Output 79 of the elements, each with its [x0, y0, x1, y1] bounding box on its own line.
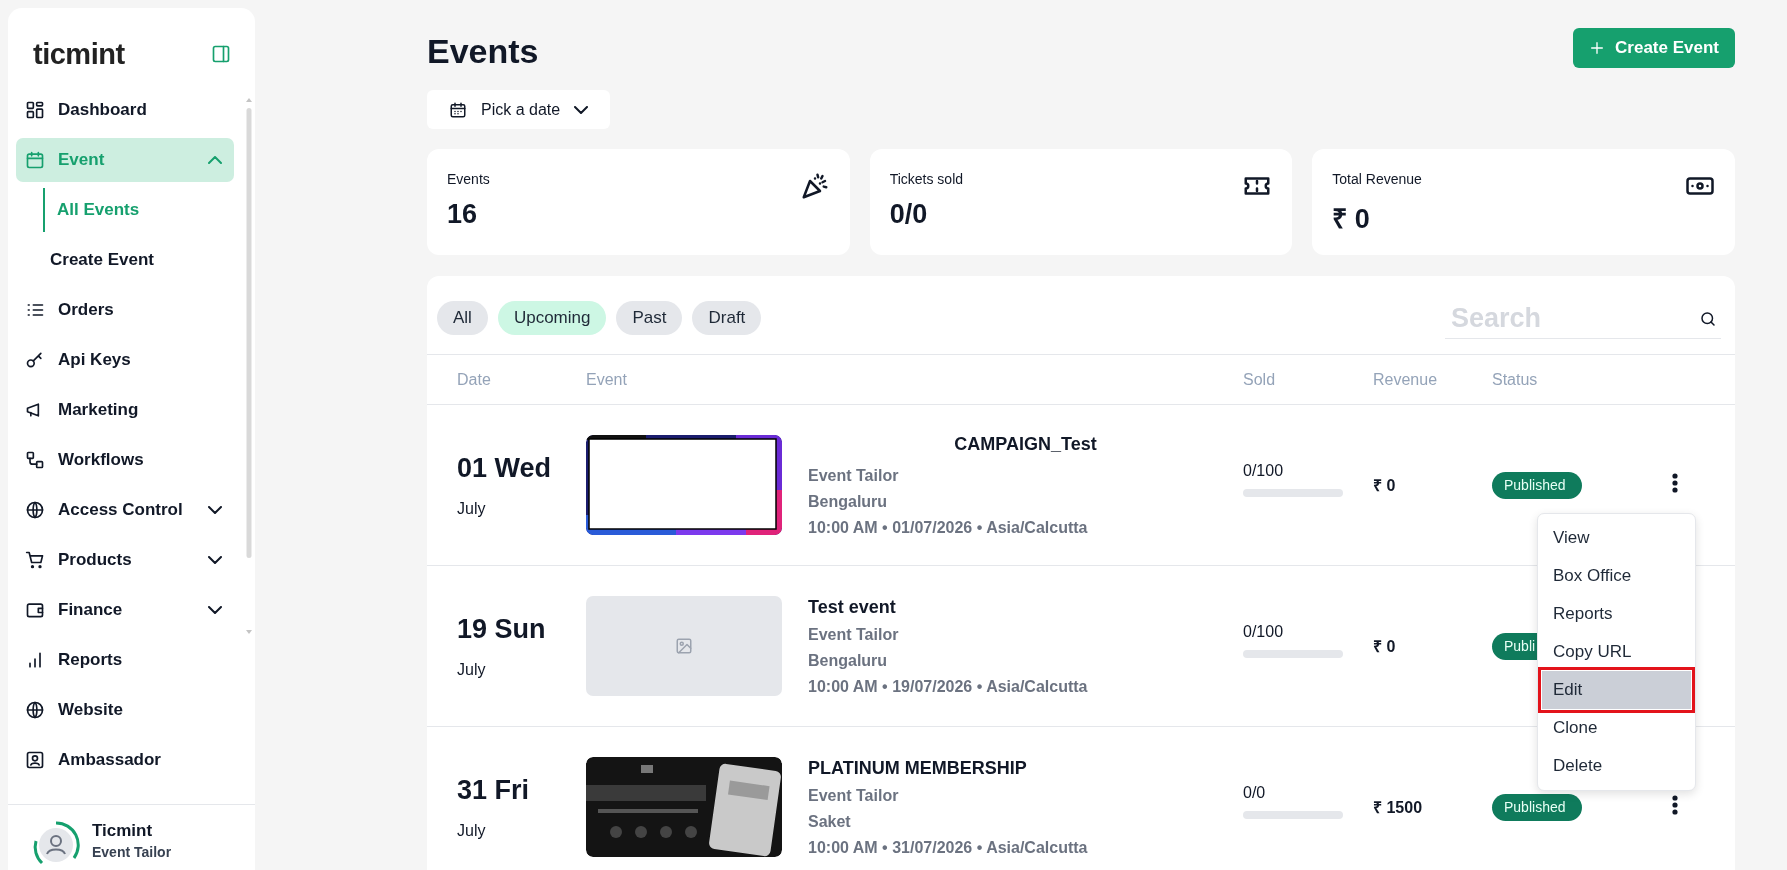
- key-icon: [25, 350, 45, 370]
- event-location: Bengaluru: [808, 492, 889, 511]
- sold-count: 0/0: [1243, 783, 1267, 802]
- status-badge: Published: [1492, 793, 1582, 821]
- stat-label: Tickets sold: [889, 171, 964, 187]
- revenue: ₹ 0: [1373, 637, 1397, 657]
- search-icon: [1699, 309, 1717, 328]
- column-header: Event: [586, 370, 628, 389]
- calendar-icon: [449, 100, 467, 119]
- nav-item[interactable]: Dashboard: [16, 88, 234, 132]
- column-header: Sold: [1243, 370, 1277, 389]
- sidebar-toggle-icon[interactable]: [211, 44, 231, 64]
- event-datetime: 10:00 AM • 19/07/2026 • Asia/Calcutta: [808, 677, 1089, 696]
- nav-subitem[interactable]: Create Event: [43, 238, 234, 282]
- event-day: 19 Sun: [457, 613, 586, 645]
- event-organizer: Event Tailor: [808, 466, 900, 485]
- menu-item[interactable]: Box Office: [1542, 557, 1691, 595]
- nav-item[interactable]: Orders: [16, 288, 234, 332]
- scrollbar[interactable]: [245, 96, 253, 636]
- event-month: July: [457, 499, 487, 518]
- nav-item[interactable]: Workflows: [16, 438, 234, 482]
- event-day: 31 Fri: [457, 774, 586, 806]
- event-location: Saket: [808, 812, 852, 831]
- wallet-icon: [25, 600, 45, 620]
- event-datetime: 10:00 AM • 01/07/2026 • Asia/Calcutta: [808, 518, 1089, 537]
- event-day: 01 Wed: [457, 452, 586, 484]
- event-month: July: [457, 821, 487, 840]
- chevron-down-icon: [574, 105, 589, 114]
- nav-item[interactable]: Marketing: [16, 388, 234, 432]
- filter-tab[interactable]: Past: [616, 301, 683, 335]
- nav-item[interactable]: Website: [16, 688, 234, 732]
- stat-value: ₹ 0: [1332, 203, 1371, 236]
- nav-item[interactable]: Finance: [16, 588, 234, 632]
- nav-item[interactable]: Reports: [16, 638, 234, 682]
- stat-label: Total Revenue: [1332, 171, 1422, 187]
- image-icon: [675, 637, 693, 655]
- nav-item[interactable]: Ambassador: [16, 738, 234, 782]
- column-header: Revenue: [1373, 370, 1439, 389]
- calendar-icon: [25, 150, 45, 170]
- event-datetime: 10:00 AM • 31/07/2026 • Asia/Calcutta: [808, 838, 1089, 857]
- revenue: ₹ 0: [1373, 476, 1397, 496]
- filter-tab[interactable]: Upcoming: [497, 301, 607, 335]
- menu-item[interactable]: Clone: [1542, 709, 1691, 747]
- menu-item[interactable]: View: [1542, 519, 1691, 557]
- event-month: July: [457, 660, 487, 679]
- sold-count: 0/100: [1243, 461, 1285, 480]
- menu-item[interactable]: Reports: [1542, 595, 1691, 633]
- event-title[interactable]: CAMPAIGN_Test: [954, 433, 1097, 455]
- nav-item[interactable]: Products: [16, 538, 234, 582]
- logo: ticmint: [33, 37, 125, 71]
- sold-count: 0/100: [1243, 622, 1285, 641]
- contact-icon: [25, 750, 45, 770]
- event-title[interactable]: Test event: [808, 596, 1243, 618]
- event-organizer: Event Tailor: [808, 625, 900, 644]
- grid-icon: [25, 100, 45, 120]
- filter-tab[interactable]: All: [437, 301, 488, 335]
- column-header: Status: [1492, 370, 1539, 389]
- filter-tab[interactable]: Draft: [692, 301, 762, 335]
- event-organizer: Event Tailor: [808, 786, 900, 805]
- nav-item[interactable]: Access Control: [16, 488, 234, 532]
- plus-icon: [1589, 40, 1606, 56]
- cart-icon: [25, 550, 45, 570]
- event-location: Bengaluru: [808, 651, 889, 670]
- column-header: Date: [457, 370, 492, 389]
- stat-value: 0/0: [889, 199, 929, 230]
- nodes-icon: [25, 450, 45, 470]
- stat-value: 16: [447, 199, 479, 230]
- page-title: Events: [427, 32, 539, 71]
- globe-icon: [25, 500, 45, 520]
- event-title[interactable]: PLATINUM MEMBERSHIP: [808, 757, 1243, 779]
- date-picker[interactable]: Pick a date: [427, 90, 611, 129]
- nav-item[interactable]: Api Keys: [16, 338, 234, 382]
- revenue: ₹ 1500: [1373, 798, 1424, 818]
- stat-label: Events: [447, 171, 490, 187]
- user-role: Event Tailor: [92, 844, 172, 860]
- user-name: Ticmint: [92, 821, 154, 841]
- status-badge: Published: [1492, 471, 1582, 499]
- menu-item[interactable]: Delete: [1542, 747, 1691, 785]
- globe-icon: [25, 700, 45, 720]
